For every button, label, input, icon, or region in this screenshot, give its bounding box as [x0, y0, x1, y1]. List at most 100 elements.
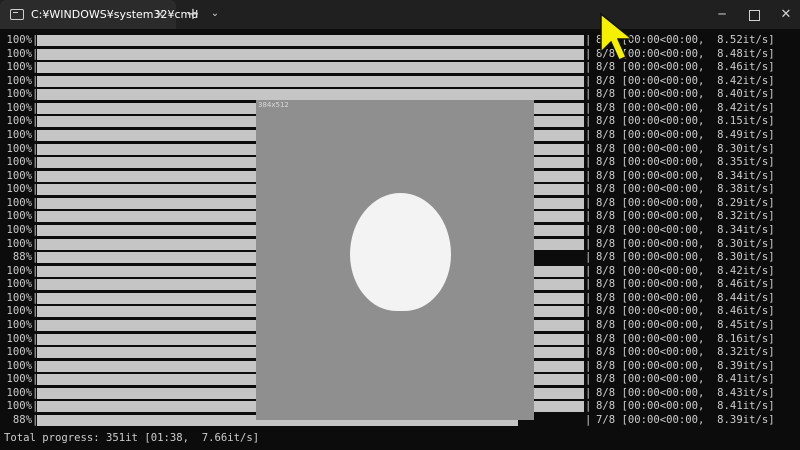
progress-row: 100% | | 8/8 [00:00<00:00, 8.42it/s] [0, 75, 800, 89]
progress-percent: 100% [6, 373, 32, 386]
progress-percent: 100% [6, 101, 32, 114]
maximize-icon [748, 10, 760, 21]
bar-right-edge: | [585, 223, 592, 236]
bar-left-edge: | [32, 156, 39, 169]
progress-info: 8/8 [00:00<00:00, 8.30it/s] [596, 251, 775, 264]
progress-percent: 100% [6, 359, 32, 372]
title-bar: C:¥WINDOWS¥system32¥cmd × + ⌄ ─ ✕ [0, 0, 800, 29]
progress-bar [37, 48, 584, 60]
bar-left-edge: | [32, 169, 39, 182]
progress-percent: 100% [6, 169, 32, 182]
bar-left-edge: | [32, 278, 39, 291]
bar-left-edge: | [32, 210, 39, 223]
progress-percent: 100% [6, 346, 32, 359]
progress-percent: 100% [6, 47, 32, 60]
progress-info: 8/8 [00:00<00:00, 8.16it/s] [596, 332, 775, 345]
progress-info: 8/8 [00:00<00:00, 8.35it/s] [596, 156, 775, 169]
bar-right-edge: | [585, 128, 592, 141]
progress-info: 8/8 [00:00<00:00, 8.30it/s] [596, 237, 775, 250]
progress-info: 8/8 [00:00<00:00, 8.38it/s] [596, 183, 775, 196]
progress-info: 8/8 [00:00<00:00, 8.44it/s] [596, 291, 775, 304]
bar-left-edge: | [32, 346, 39, 359]
progress-info: 8/8 [00:00<00:00, 8.39it/s] [596, 359, 775, 372]
bar-right-edge: | [585, 400, 592, 413]
progress-percent: 100% [6, 237, 32, 250]
bar-right-edge: | [585, 278, 592, 291]
bar-left-edge: | [32, 142, 39, 155]
bar-left-edge: | [32, 291, 39, 304]
progress-info: 8/8 [00:00<00:00, 8.42it/s] [596, 101, 775, 114]
bar-left-edge: | [32, 223, 39, 236]
bar-left-edge: | [32, 101, 39, 114]
progress-percent: 100% [6, 183, 32, 196]
bar-left-edge: | [32, 305, 39, 318]
progress-percent: 100% [6, 61, 32, 74]
bar-right-edge: | [585, 88, 592, 101]
bar-right-edge: | [585, 251, 592, 264]
progress-info: 8/8 [00:00<00:00, 8.40it/s] [596, 88, 775, 101]
bar-left-edge: | [32, 196, 39, 209]
bar-left-edge: | [32, 74, 39, 87]
bar-left-edge: | [32, 34, 39, 46]
progress-row: 100% | | 8/8 [00:00<00:00, 8.52it/s] [0, 34, 800, 48]
bar-left-edge: | [32, 400, 39, 413]
progress-info: 8/8 [00:00<00:00, 8.32it/s] [596, 210, 775, 223]
progress-percent: 100% [6, 115, 32, 128]
progress-info: 8/8 [00:00<00:00, 8.41it/s] [596, 373, 775, 386]
bar-left-edge: | [32, 264, 39, 277]
bar-right-edge: | [585, 101, 592, 114]
bar-right-edge: | [585, 210, 592, 223]
bar-left-edge: | [32, 413, 39, 426]
bar-right-edge: | [585, 291, 592, 304]
bar-right-edge: | [585, 264, 592, 277]
bar-left-edge: | [32, 88, 39, 101]
maximize-button[interactable] [736, 0, 772, 29]
bar-right-edge: | [585, 196, 592, 209]
progress-percent: 100% [6, 386, 32, 399]
progress-info: 8/8 [00:00<00:00, 8.42it/s] [596, 74, 775, 87]
bar-left-edge: | [32, 183, 39, 196]
progress-info: 8/8 [00:00<00:00, 8.32it/s] [596, 346, 775, 359]
progress-info: 8/8 [00:00<00:00, 8.42it/s] [596, 264, 775, 277]
progress-percent: 88% [12, 251, 32, 264]
minimize-button[interactable]: ─ [704, 0, 740, 29]
bar-left-edge: | [32, 359, 39, 372]
progress-percent: 100% [6, 305, 32, 318]
progress-bar [37, 35, 584, 46]
bar-left-edge: | [32, 251, 39, 264]
bar-right-edge: | [585, 34, 592, 46]
progress-info: 8/8 [00:00<00:00, 8.43it/s] [596, 386, 775, 399]
bar-right-edge: | [585, 346, 592, 359]
progress-row: 100% | | 8/8 [00:00<00:00, 8.46it/s] [0, 61, 800, 75]
progress-bar [37, 62, 584, 74]
close-button[interactable]: ✕ [768, 0, 800, 29]
progress-percent: 100% [6, 264, 32, 277]
bar-left-edge: | [32, 61, 39, 74]
new-tab-button[interactable]: + [184, 5, 202, 23]
progress-percent: 100% [6, 278, 32, 291]
bar-right-edge: | [585, 386, 592, 399]
progress-info: 8/8 [00:00<00:00, 8.29it/s] [596, 196, 775, 209]
tab-close-icon[interactable]: × [152, 6, 168, 22]
tab-dropdown-button[interactable]: ⌄ [206, 5, 224, 23]
bar-right-edge: | [585, 169, 592, 182]
bar-right-edge: | [585, 47, 592, 60]
tab-cmd[interactable]: C:¥WINDOWS¥system32¥cmd × [0, 0, 198, 29]
progress-percent: 100% [6, 34, 32, 46]
progress-info: 8/8 [00:00<00:00, 8.46it/s] [596, 305, 775, 318]
progress-percent: 100% [6, 142, 32, 155]
bar-right-edge: | [585, 318, 592, 331]
total-progress-line: Total progress: 351it [01:38, 7.66it/s] [4, 432, 260, 444]
progress-bar [37, 75, 584, 87]
progress-percent: 100% [6, 332, 32, 345]
progress-percent: 100% [6, 210, 32, 223]
progress-percent: 100% [6, 223, 32, 236]
bar-right-edge: | [585, 305, 592, 318]
bar-left-edge: | [32, 47, 39, 60]
progress-percent: 100% [6, 156, 32, 169]
bar-right-edge: | [585, 413, 592, 426]
bar-left-edge: | [32, 115, 39, 128]
bar-left-edge: | [32, 373, 39, 386]
progress-percent: 88% [12, 413, 32, 426]
progress-percent: 100% [6, 318, 32, 331]
